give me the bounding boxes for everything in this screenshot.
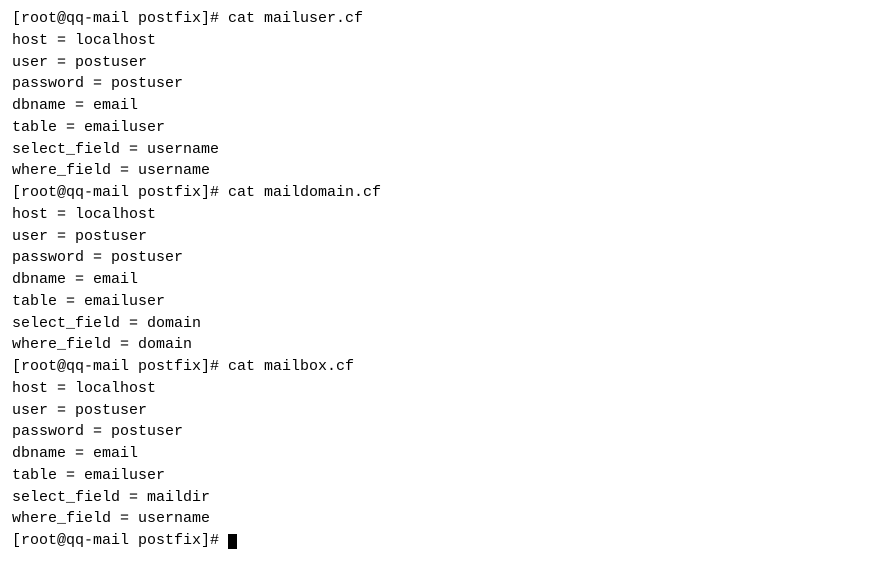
terminal-line: where_field = username (12, 160, 871, 182)
terminal-line: password = postuser (12, 247, 871, 269)
terminal-line: user = postuser (12, 226, 871, 248)
terminal-line: where_field = domain (12, 334, 871, 356)
terminal-line: where_field = username (12, 508, 871, 530)
terminal-line: dbname = email (12, 443, 871, 465)
terminal-line: host = localhost (12, 204, 871, 226)
terminal-line: select_field = domain (12, 313, 871, 335)
terminal-line: [root@qq-mail postfix]# cat mailbox.cf (12, 356, 871, 378)
terminal-line: table = emailuser (12, 117, 871, 139)
terminal-line: [root@qq-mail postfix]# (12, 530, 871, 552)
terminal-line: [root@qq-mail postfix]# cat maildomain.c… (12, 182, 871, 204)
terminal-line: table = emailuser (12, 291, 871, 313)
terminal-line: password = postuser (12, 421, 871, 443)
terminal-line: host = localhost (12, 378, 871, 400)
terminal-line: dbname = email (12, 95, 871, 117)
terminal-line: user = postuser (12, 52, 871, 74)
terminal-line: dbname = email (12, 269, 871, 291)
terminal-line: table = emailuser (12, 465, 871, 487)
terminal-line: password = postuser (12, 73, 871, 95)
cursor (228, 534, 237, 549)
terminal-line: user = postuser (12, 400, 871, 422)
terminal-line: host = localhost (12, 30, 871, 52)
terminal-line: select_field = username (12, 139, 871, 161)
terminal-line: [root@qq-mail postfix]# cat mailuser.cf (12, 8, 871, 30)
terminal-line: select_field = maildir (12, 487, 871, 509)
terminal-window: [root@qq-mail postfix]# cat mailuser.cfh… (0, 0, 883, 574)
